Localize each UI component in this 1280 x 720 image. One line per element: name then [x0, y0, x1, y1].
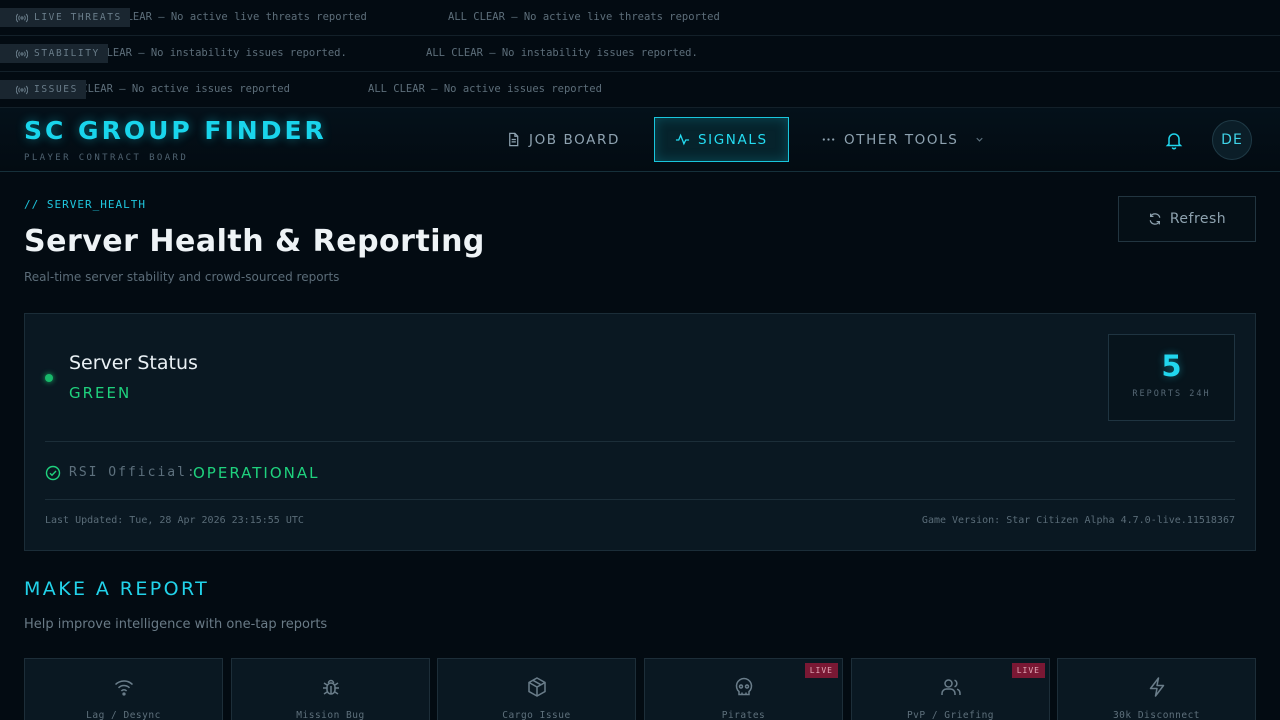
- page-subtitle: Real-time server stability and crowd-sou…: [24, 270, 340, 284]
- wifi-icon: [114, 680, 133, 696]
- broadcast-icon: [16, 49, 28, 58]
- ticker-message: ALL CLEAR — No active live threats repor…: [95, 11, 367, 23]
- reports-24h-box: 5 REPORTS 24H: [1108, 334, 1235, 421]
- card-divider: [45, 499, 1235, 500]
- top-navbar: SC GROUP FINDER PLAYER CONTRACT BOARD JO…: [0, 108, 1280, 172]
- box-icon: [527, 677, 546, 697]
- refresh-icon: [1149, 213, 1161, 225]
- activity-icon: [675, 133, 690, 146]
- chevron-down-icon: [976, 137, 984, 142]
- ticker-issues: ISSUES ALL CLEAR — No active issues repo…: [0, 72, 1280, 108]
- live-badge: LIVE: [1011, 663, 1045, 678]
- users-icon: [940, 679, 961, 695]
- report-30k-disconnect-button[interactable]: 30k Disconnect: [1057, 658, 1256, 720]
- ticker-tag-stability: STABILITY: [0, 44, 108, 63]
- make-report-title: MAKE A REPORT: [24, 578, 210, 600]
- reports-count: 5: [1161, 349, 1182, 383]
- reports-count-label: REPORTS 24H: [1132, 389, 1211, 399]
- ticker-message: ALL CLEAR — No instability issues report…: [75, 47, 347, 59]
- ticker-tag-issues: ISSUES: [0, 80, 86, 99]
- more-horizontal-icon: [822, 138, 835, 141]
- refresh-button[interactable]: Refresh: [1118, 196, 1256, 242]
- report-cargo-issue-button[interactable]: Cargo Issue: [437, 658, 636, 720]
- report-mission-bug-button[interactable]: Mission Bug: [231, 658, 430, 720]
- server-status-value: GREEN: [69, 384, 132, 402]
- page-title: Server Health & Reporting: [24, 224, 485, 259]
- ticker-tag-live-threats: LIVE THREATS: [0, 8, 130, 27]
- ticker-message: ALL CLEAR — No active live threats repor…: [448, 11, 720, 23]
- ticker-message: ALL CLEAR — No instability issues report…: [426, 47, 698, 59]
- bell-icon[interactable]: [1164, 130, 1184, 150]
- report-lag-desync-button[interactable]: Lag / Desync: [24, 658, 223, 720]
- make-report-subtitle: Help improve intelligence with one-tap r…: [24, 617, 328, 632]
- rsi-official-value: OPERATIONAL: [193, 464, 320, 482]
- card-divider: [45, 441, 1235, 442]
- report-pvp-griefing-button[interactable]: LIVE PvP / Griefing: [851, 658, 1050, 720]
- last-updated: Last Updated: Tue, 28 Apr 2026 23:15:55 …: [45, 515, 304, 526]
- app-logo[interactable]: SC GROUP FINDER: [24, 116, 327, 145]
- ticker-message: ALL CLEAR — No active issues reported: [368, 83, 602, 95]
- skull-icon: [735, 677, 752, 696]
- server-status-card: Server Status GREEN 5 REPORTS 24H RSI Of…: [24, 313, 1256, 551]
- ticker-live-threats: LIVE THREATS ALL CLEAR — No active live …: [0, 0, 1280, 36]
- check-circle-icon: [45, 465, 61, 481]
- user-avatar[interactable]: DE: [1212, 120, 1252, 160]
- bug-icon: [322, 679, 339, 695]
- broadcast-icon: [16, 13, 28, 22]
- nav-other-tools[interactable]: OTHER TOOLS: [821, 117, 985, 162]
- breadcrumb: // SERVER_HEALTH: [24, 198, 146, 211]
- rsi-official-label: RSI Official:: [69, 465, 197, 480]
- status-indicator-dot: [45, 374, 53, 382]
- report-pirates-button[interactable]: LIVE Pirates: [644, 658, 843, 720]
- ticker-message: ALL CLEAR — No active issues reported: [56, 83, 290, 95]
- broadcast-icon: [16, 85, 28, 94]
- nav-signals[interactable]: SIGNALS: [654, 117, 789, 162]
- nav-job-board[interactable]: JOB BOARD: [506, 117, 620, 162]
- lightning-icon: [1149, 677, 1164, 697]
- document-icon: [509, 132, 519, 147]
- app-subtitle: PLAYER CONTRACT BOARD: [24, 153, 189, 163]
- ticker-stability: STABILITY ALL CLEAR — No instability iss…: [0, 36, 1280, 72]
- game-version: Game Version: Star Citizen Alpha 4.7.0-l…: [921, 515, 1235, 526]
- live-badge: LIVE: [804, 663, 838, 678]
- server-status-label: Server Status: [69, 352, 198, 374]
